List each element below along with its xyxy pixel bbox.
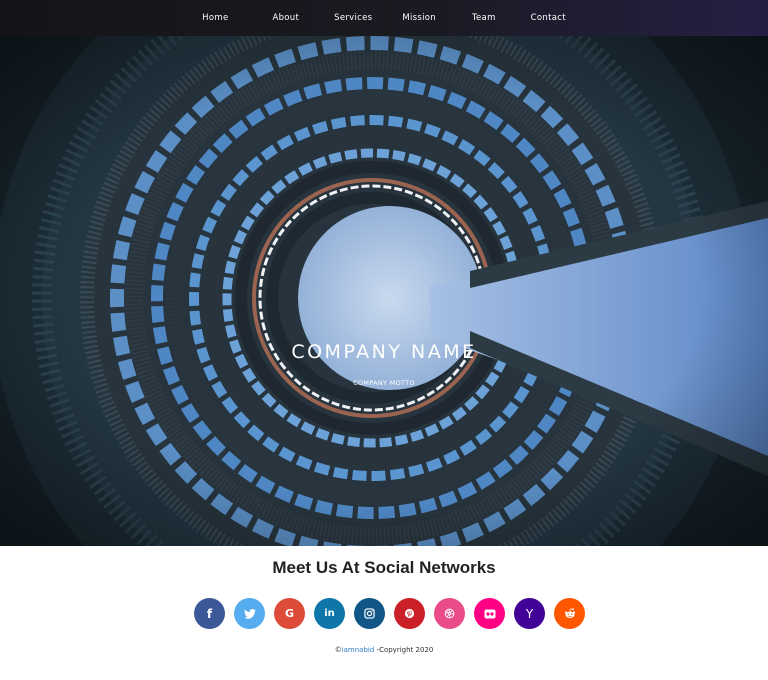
dribbble-icon <box>444 608 455 619</box>
copyright-symbol: © <box>334 646 342 654</box>
pinterest-button[interactable] <box>394 598 425 629</box>
author-link[interactable]: iamnabid <box>342 646 375 654</box>
linkedin-button[interactable]: in <box>314 598 345 629</box>
hero-background-image <box>0 36 768 546</box>
nav-link-mission[interactable]: Mission <box>402 13 436 23</box>
reddit-icon <box>564 608 575 618</box>
nav-link-services[interactable]: Services <box>334 13 372 23</box>
google-plus-icon: G <box>284 607 295 620</box>
social-networks-heading: Meet Us At Social Networks <box>272 558 496 577</box>
dribbble-button[interactable] <box>434 598 465 629</box>
company-name-title: COMPANY NAME <box>291 341 477 363</box>
nav-link-home[interactable]: Home <box>202 13 228 23</box>
company-motto: COMPANY MOTTO <box>353 379 415 387</box>
flickr-icon <box>484 609 495 618</box>
twitter-icon <box>243 608 256 619</box>
copyright-text: -Copyright 2020 <box>374 646 434 654</box>
google-plus-button[interactable]: G <box>274 598 305 629</box>
reddit-button[interactable] <box>554 598 585 629</box>
hero-section: COMPANY NAME COMPANY MOTTO <box>0 36 768 546</box>
yahoo-icon: Y <box>525 606 534 621</box>
pinterest-icon <box>404 608 415 619</box>
flickr-button[interactable] <box>474 598 505 629</box>
twitter-button[interactable] <box>234 598 265 629</box>
facebook-icon: f <box>206 606 213 621</box>
linkedin-icon: in <box>324 608 335 619</box>
instagram-button[interactable] <box>354 598 385 629</box>
nav-link-about[interactable]: About <box>272 13 299 23</box>
yahoo-button[interactable]: Y <box>514 598 545 629</box>
instagram-icon <box>364 608 375 619</box>
nav-link-team[interactable]: Team <box>472 13 496 23</box>
copyright-footer: ©iamnabid -Copyright 2020 <box>0 646 768 654</box>
nav-list: Home About Services Mission Team Contact <box>202 13 566 23</box>
facebook-button[interactable]: f <box>194 598 225 629</box>
nav-link-contact[interactable]: Contact <box>531 13 566 23</box>
top-navbar: Home About Services Mission Team Contact <box>0 0 768 36</box>
social-buttons-row: f G in Y <box>194 598 594 630</box>
